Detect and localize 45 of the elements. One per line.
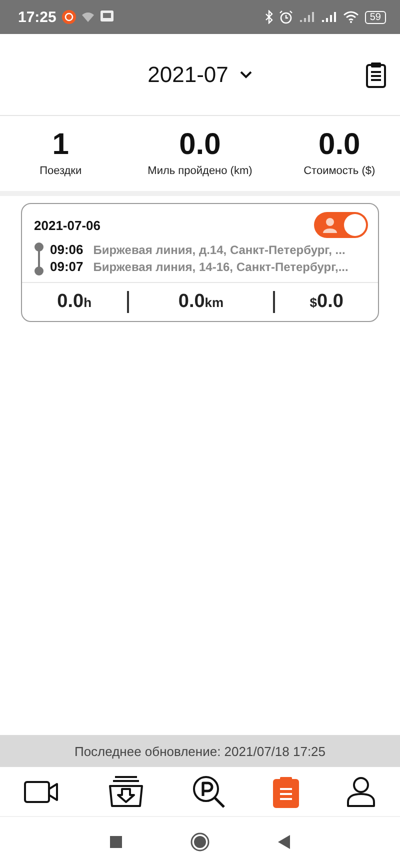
route-line-icon: [34, 242, 44, 276]
square-icon: [110, 836, 122, 848]
nav-tab[interactable]: [192, 774, 226, 808]
stop-time: 09:07: [50, 259, 84, 274]
screen-notification-icon: [100, 10, 114, 24]
stat-label: Стоимость ($): [304, 165, 376, 177]
stat-label: Поездки: [40, 165, 82, 177]
stop-address: Биржевая линия, 14-16, Санкт-Петербург,...: [93, 260, 348, 274]
circle-icon: [190, 832, 210, 852]
wifi-icon: [342, 11, 359, 23]
bluetooth-icon: [264, 10, 273, 24]
report-button[interactable]: [366, 62, 386, 88]
trip-total: $0.0: [310, 291, 344, 313]
stat-label: Миль пройдено (km): [148, 165, 252, 177]
nav-tab[interactable]: [106, 774, 145, 808]
chevron-down-icon: [240, 70, 252, 78]
triangle-icon: [278, 835, 290, 849]
trip-total: 0.0h: [57, 291, 92, 313]
wifi-question-icon: [82, 12, 94, 22]
nav-tab[interactable]: [346, 776, 376, 808]
signal-icon: [320, 11, 337, 23]
download-box-icon: [106, 774, 145, 808]
status-time: 17:25: [18, 8, 56, 26]
clipboard-icon: [366, 62, 386, 88]
last-update-text: Последнее обновление: 2021/07/18 17:25: [74, 744, 326, 758]
stat-value: 0.0: [318, 130, 360, 160]
clipboard-icon: [273, 776, 300, 808]
stop-address: Биржевая линия, д.14, Санкт-Петербург, ...: [93, 243, 346, 257]
person-icon: [346, 776, 376, 808]
month-selector[interactable]: 2021-07: [144, 58, 256, 92]
app-notification-icon: [62, 10, 76, 24]
parking-search-icon: [192, 774, 226, 808]
stop-time: 09:06: [50, 242, 84, 257]
battery-level: 59: [364, 10, 386, 24]
back-button[interactable]: [278, 835, 290, 849]
trip-date: 2021-07-06: [34, 218, 100, 232]
alarm-icon: [278, 10, 293, 24]
stat-value: 1: [52, 130, 69, 160]
trip-card[interactable]: 2021-07-06 09:06 Биржевая линия, д.14, Санкт-Петербург, ... 09:07 Биржевая линия, 14-16, Санкт-Петербург,... 0.0h 0.0km $0.0: [21, 203, 379, 322]
trip-total: 0.0km: [178, 291, 224, 313]
private-toggle[interactable]: [314, 212, 368, 238]
home-button[interactable]: [190, 832, 210, 852]
person-icon: [322, 217, 338, 233]
stat-value: 0.0: [179, 130, 221, 160]
signal-icon: [298, 11, 315, 23]
